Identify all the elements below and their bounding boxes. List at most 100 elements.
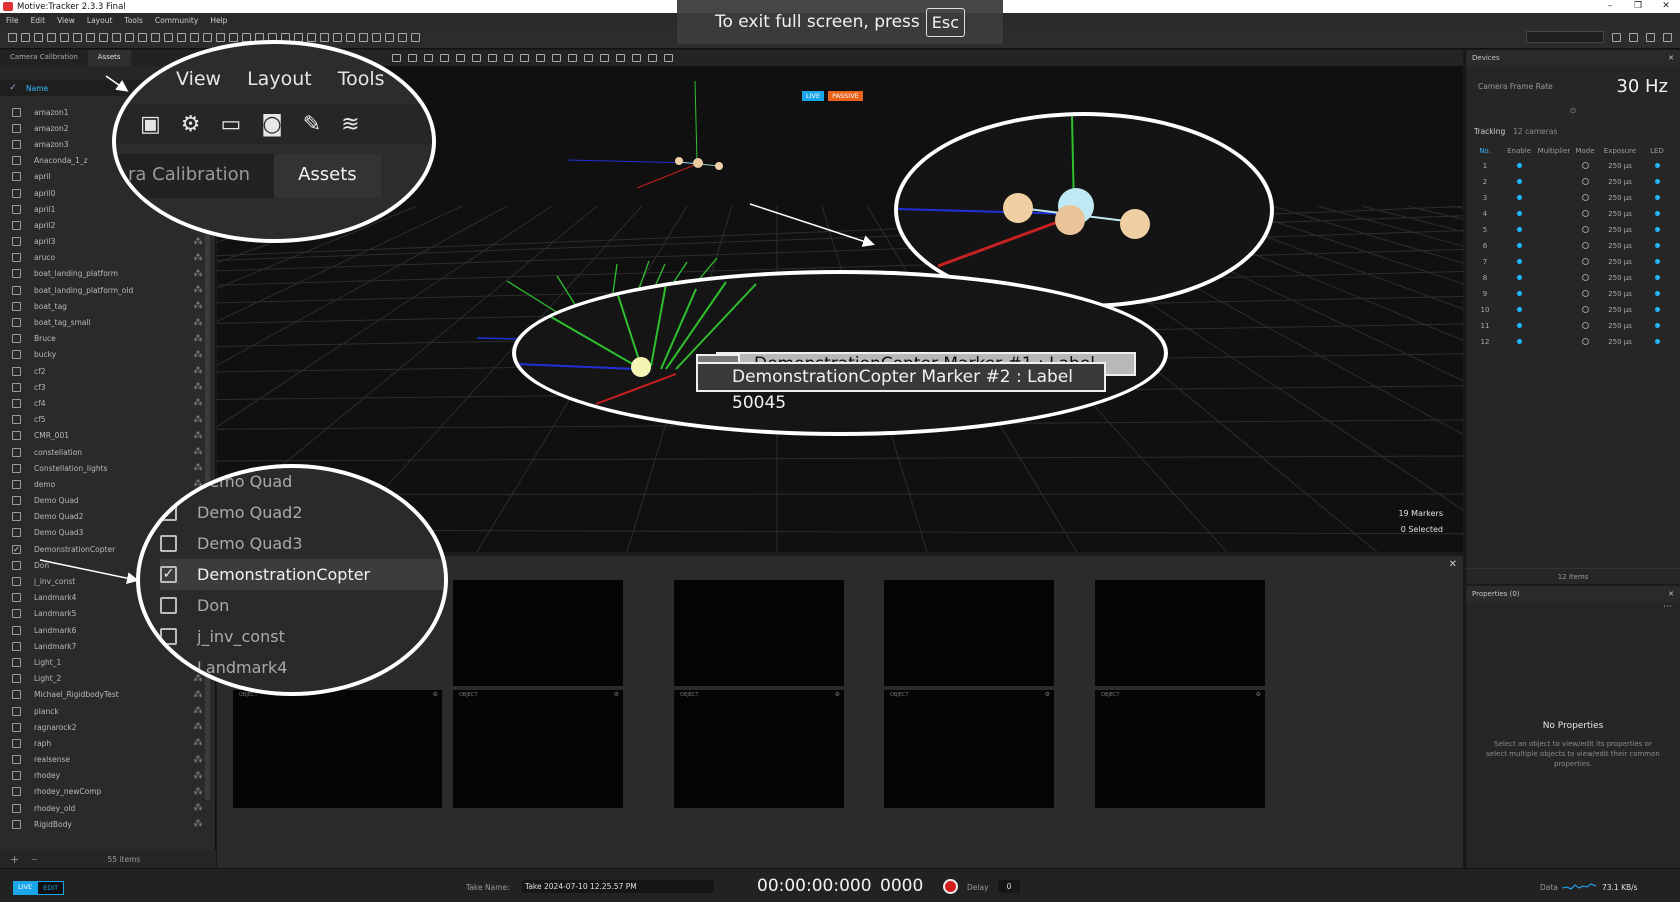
multiplier-cell[interactable]: · bbox=[1534, 178, 1574, 186]
asset-checkbox[interactable] bbox=[12, 479, 21, 489]
toolbar-icon[interactable] bbox=[164, 33, 173, 42]
asset-checkbox[interactable] bbox=[12, 706, 21, 716]
list-item[interactable]: cf5 ⁂ bbox=[0, 412, 206, 428]
toolbar-icon[interactable] bbox=[138, 33, 147, 42]
asset-checkbox[interactable] bbox=[12, 755, 21, 765]
toolbar-icon[interactable] bbox=[346, 33, 355, 42]
frame-rate-value[interactable]: 30 Hz bbox=[1616, 76, 1668, 97]
list-item[interactable]: april3 ⁂ bbox=[0, 234, 206, 250]
viewport-tool-icon[interactable] bbox=[440, 54, 449, 62]
list-item[interactable]: cf2 ⁂ bbox=[0, 363, 206, 379]
frame-rate-expand-icon[interactable]: ⊙ bbox=[1466, 106, 1680, 115]
table-row[interactable]: 12 · 250 µs bbox=[1466, 334, 1680, 350]
toolbar-icon[interactable] bbox=[229, 33, 238, 42]
list-item[interactable]: cf3 ⁂ bbox=[0, 379, 206, 395]
list-item[interactable]: rhodey_old ⁂ bbox=[0, 800, 206, 816]
enable-toggle[interactable] bbox=[1516, 211, 1522, 216]
asset-checkbox[interactable] bbox=[12, 528, 21, 538]
toolbar-icon[interactable] bbox=[47, 33, 56, 42]
asset-checkbox[interactable] bbox=[12, 318, 21, 328]
list-item[interactable]: boat_landing_platform ⁂ bbox=[0, 266, 206, 282]
enable-toggle[interactable] bbox=[1516, 275, 1522, 280]
asset-checkbox[interactable] bbox=[12, 107, 21, 117]
led-toggle[interactable] bbox=[1654, 179, 1660, 184]
minimize-icon[interactable]: – bbox=[1596, 0, 1624, 13]
list-item[interactable]: raph ⁂ bbox=[0, 735, 206, 751]
asset-checkbox[interactable] bbox=[12, 577, 21, 587]
layout-combo[interactable] bbox=[1526, 31, 1604, 43]
asset-checkbox[interactable] bbox=[12, 366, 21, 376]
viewport-tool-icon[interactable] bbox=[536, 54, 545, 62]
toolbar-icon[interactable] bbox=[359, 33, 368, 42]
camera-settings-icon[interactable]: ⚙ bbox=[1256, 691, 1261, 698]
asset-checkbox[interactable] bbox=[12, 496, 21, 506]
table-row[interactable]: 1 · 250 µs bbox=[1466, 158, 1680, 174]
viewport-tool-icon[interactable] bbox=[424, 54, 433, 62]
viewport-tool-icon[interactable] bbox=[488, 54, 497, 62]
remove-asset-button[interactable]: − bbox=[31, 855, 37, 864]
mode-icon[interactable] bbox=[1581, 273, 1589, 281]
exposure-value[interactable]: 250 µs bbox=[1596, 162, 1644, 170]
led-toggle[interactable] bbox=[1654, 211, 1660, 216]
camera-view[interactable]: OBJECT ⚙ bbox=[674, 690, 844, 808]
multiplier-cell[interactable]: · bbox=[1534, 258, 1574, 266]
toolbar-icon[interactable] bbox=[60, 33, 69, 42]
menu-community[interactable]: Community bbox=[155, 16, 198, 25]
close-camera-views-icon[interactable]: ✕ bbox=[1449, 559, 1457, 570]
mode-icon[interactable] bbox=[1581, 337, 1589, 345]
toolbar-icon[interactable] bbox=[151, 33, 160, 42]
asset-checkbox[interactable] bbox=[12, 625, 21, 635]
layout-icon[interactable] bbox=[1612, 32, 1621, 42]
toolbar-icon[interactable] bbox=[112, 33, 121, 42]
table-row[interactable]: 10 · 250 µs bbox=[1466, 302, 1680, 318]
asset-checkbox[interactable] bbox=[12, 641, 21, 651]
led-toggle[interactable] bbox=[1654, 307, 1660, 312]
asset-checkbox[interactable] bbox=[12, 285, 21, 295]
viewport-tool-icon[interactable] bbox=[568, 54, 577, 62]
toolbar-icon[interactable] bbox=[190, 33, 199, 42]
asset-checkbox[interactable] bbox=[12, 787, 21, 797]
asset-checkbox[interactable] bbox=[12, 771, 21, 781]
col-exposure[interactable]: Exposure bbox=[1596, 147, 1644, 155]
asset-checkbox[interactable] bbox=[12, 220, 21, 230]
viewport-tool-icon[interactable] bbox=[648, 54, 657, 62]
enable-toggle[interactable] bbox=[1516, 195, 1522, 200]
asset-checkbox[interactable] bbox=[12, 301, 21, 311]
enable-toggle[interactable] bbox=[1516, 163, 1522, 168]
toolbar-icon[interactable] bbox=[411, 33, 420, 42]
list-item[interactable]: ragnarock2 ⁂ bbox=[0, 719, 206, 735]
asset-checkbox[interactable] bbox=[12, 172, 21, 182]
col-mode[interactable]: Mode bbox=[1574, 147, 1596, 155]
asset-checkbox[interactable] bbox=[12, 738, 21, 748]
table-row[interactable]: 5 · 250 µs bbox=[1466, 222, 1680, 238]
toolbar-icon[interactable] bbox=[73, 33, 82, 42]
list-item[interactable]: boat_tag ⁂ bbox=[0, 298, 206, 314]
asset-checkbox[interactable] bbox=[12, 609, 21, 619]
toolbar-icon[interactable] bbox=[34, 33, 43, 42]
layout-icon[interactable] bbox=[1629, 32, 1638, 42]
asset-checkbox[interactable] bbox=[12, 463, 21, 473]
enable-toggle[interactable] bbox=[1516, 227, 1522, 232]
tab-camera-calibration[interactable]: Camera Calibration bbox=[0, 50, 88, 66]
list-item[interactable]: RigidBody ⁂ bbox=[0, 816, 206, 832]
toolbar-icon[interactable] bbox=[125, 33, 134, 42]
toolbar-icon[interactable] bbox=[372, 33, 381, 42]
mode-icon[interactable] bbox=[1581, 289, 1589, 297]
delay-field[interactable]: 0 bbox=[998, 880, 1020, 893]
col-multiplier[interactable]: Multiplier bbox=[1534, 147, 1574, 155]
asset-checkbox[interactable]: ✓ bbox=[12, 544, 21, 554]
toolbar-icon[interactable] bbox=[333, 33, 342, 42]
viewport-tool-icon[interactable] bbox=[408, 54, 417, 62]
asset-checkbox[interactable] bbox=[12, 237, 21, 247]
list-item[interactable]: boat_tag_small ⁂ bbox=[0, 314, 206, 330]
viewport-tool-icon[interactable] bbox=[616, 54, 625, 62]
asset-checkbox[interactable] bbox=[12, 560, 21, 570]
layout-icon[interactable] bbox=[1663, 32, 1672, 42]
menu-view[interactable]: View bbox=[57, 16, 75, 25]
camera-settings-icon[interactable]: ⚙ bbox=[614, 691, 619, 698]
led-toggle[interactable] bbox=[1654, 195, 1660, 200]
exposure-value[interactable]: 250 µs bbox=[1596, 258, 1644, 266]
asset-checkbox[interactable] bbox=[12, 123, 21, 133]
layout-icon[interactable] bbox=[1646, 32, 1655, 42]
asset-checkbox[interactable] bbox=[12, 398, 21, 408]
